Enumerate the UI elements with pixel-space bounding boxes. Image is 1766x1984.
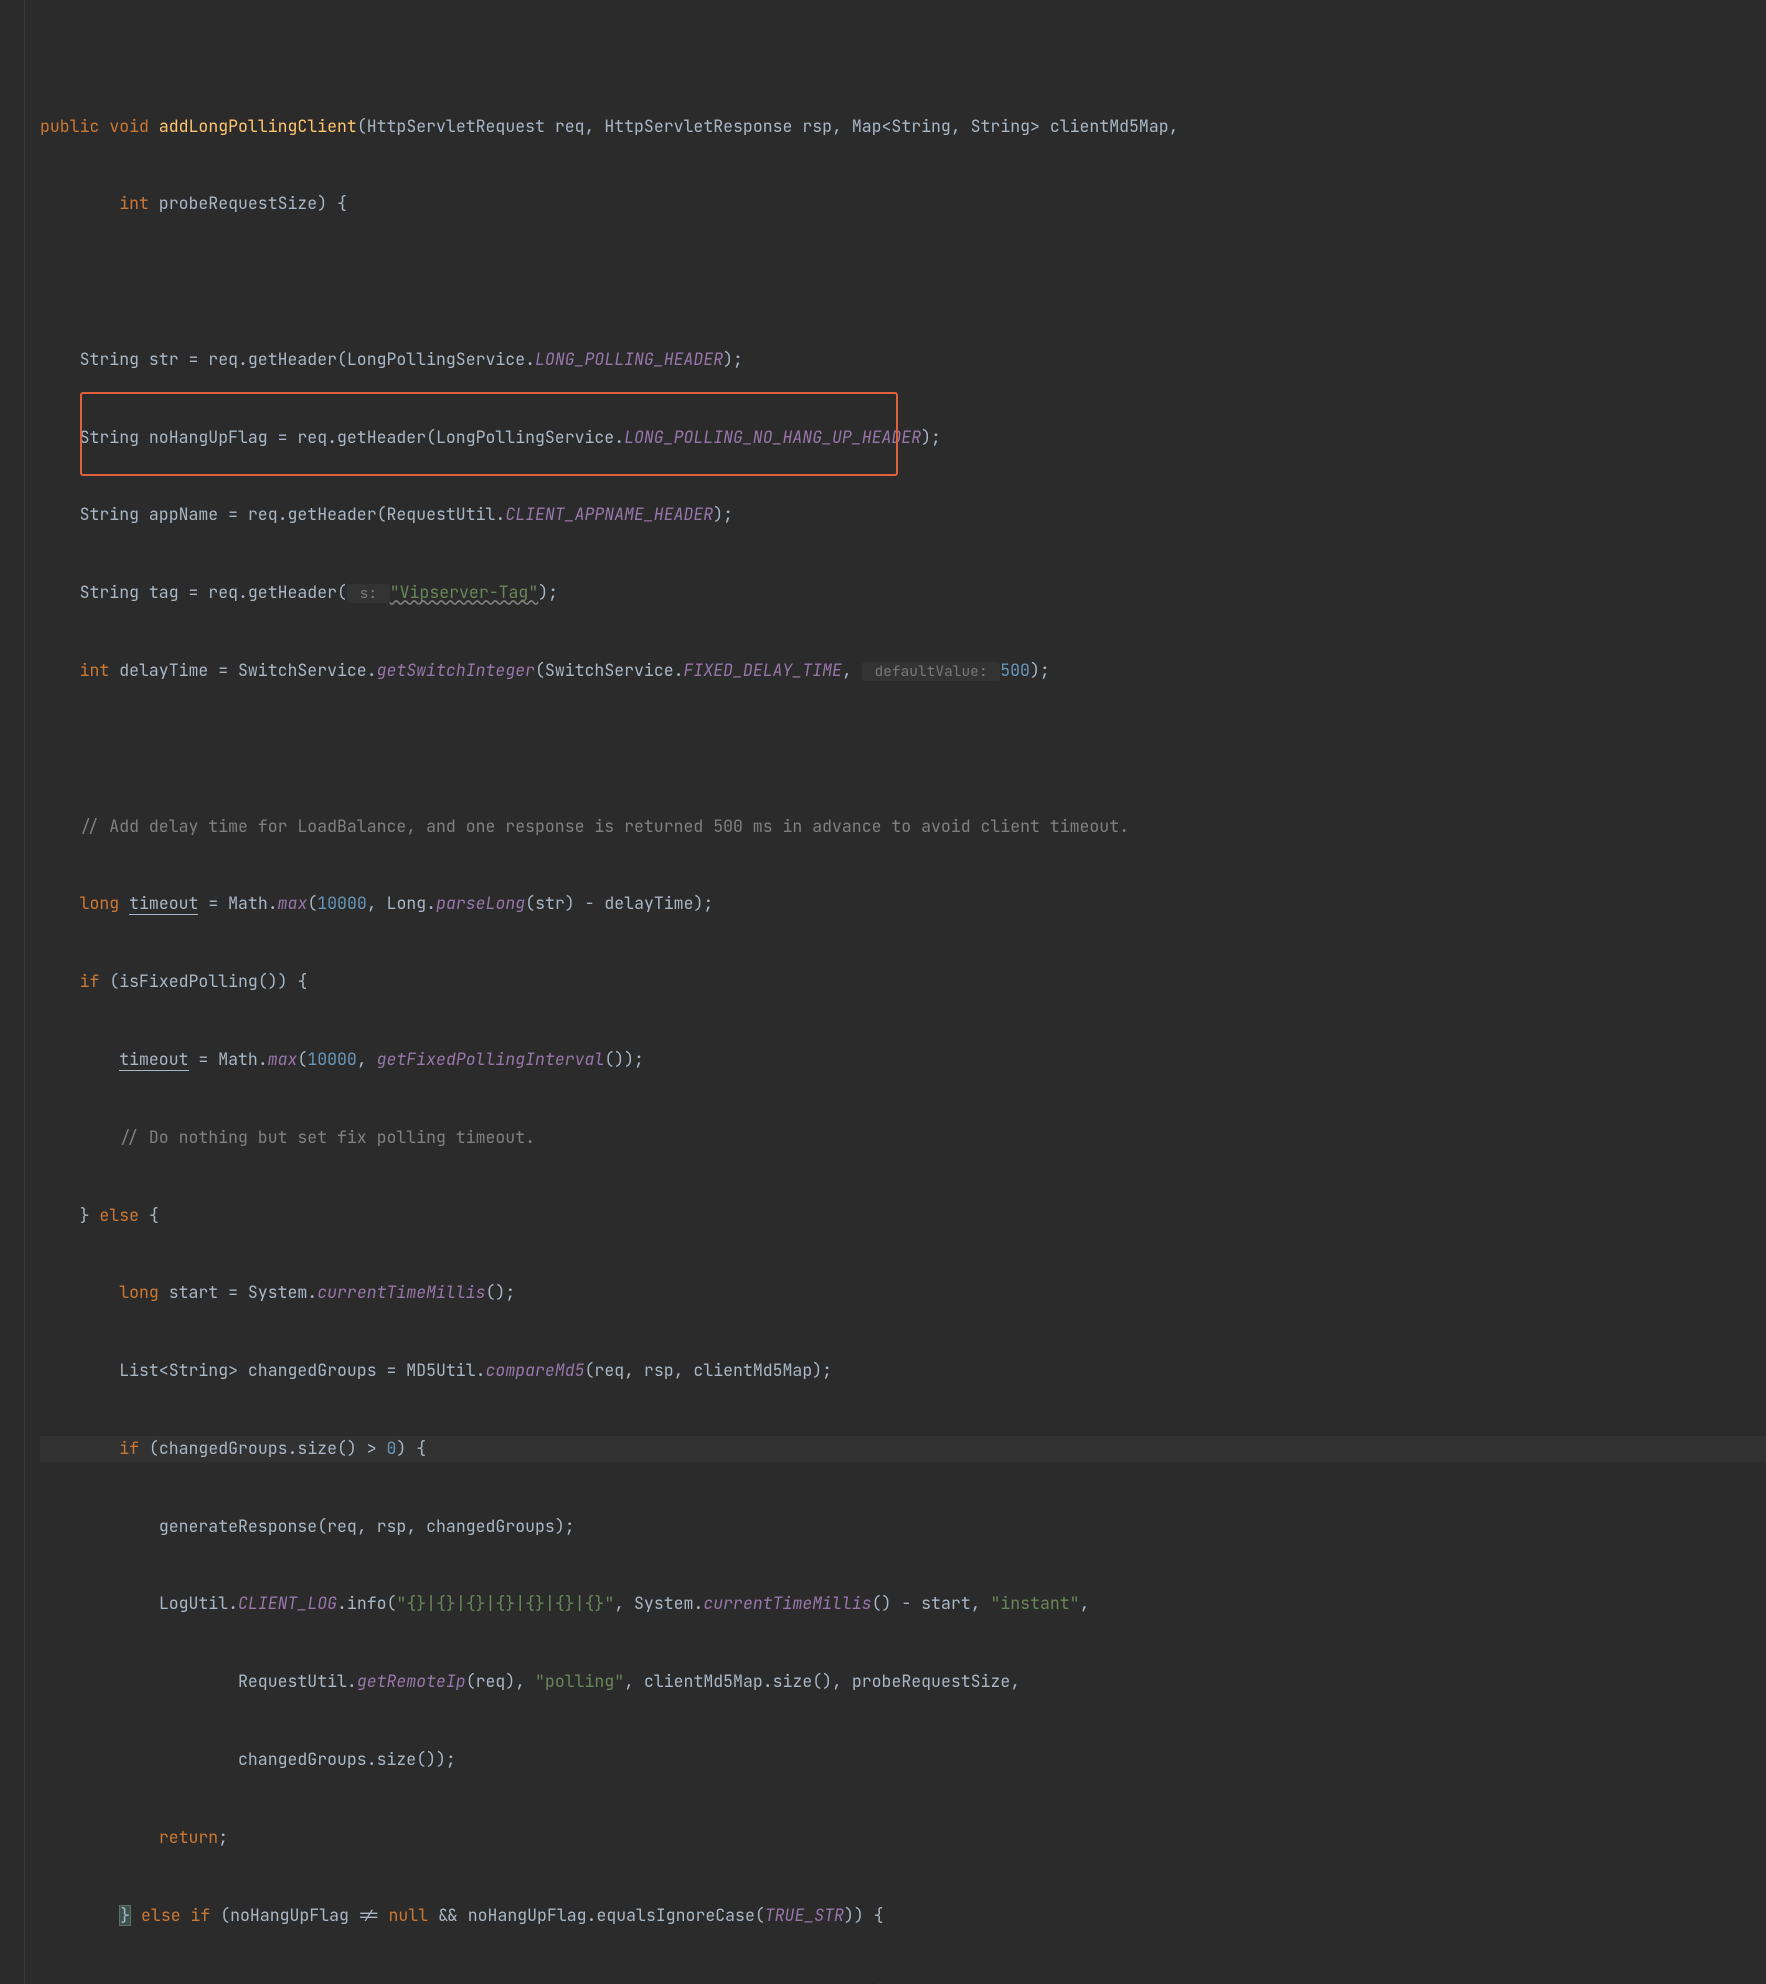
code-line[interactable]: generateResponse(req, rsp, changedGroups… bbox=[40, 1514, 1766, 1540]
code-line[interactable]: LogUtil.CLIENT_LOG.info("{}|{}|{}|{}|{}|… bbox=[40, 1591, 1766, 1617]
keyword-int: int bbox=[119, 192, 149, 214]
gutter bbox=[0, 0, 25, 1984]
code-line[interactable]: long start = System.currentTimeMillis(); bbox=[40, 1280, 1766, 1306]
comment: // Add delay time for LoadBalance, and o… bbox=[80, 815, 1129, 837]
code-line[interactable]: public void addLongPollingClient(HttpSer… bbox=[40, 114, 1766, 140]
code-line[interactable]: String tag = req.getHeader( s: "Vipserve… bbox=[40, 580, 1766, 606]
comment: // Do nothing but set fix polling timeou… bbox=[119, 1126, 535, 1148]
code-line[interactable]: List<String> changedGroups = MD5Util.com… bbox=[40, 1358, 1766, 1384]
static-field: LONG_POLLING_NO_HANG_UP_HEADER bbox=[624, 426, 921, 448]
number: 500 bbox=[1000, 659, 1030, 681]
code-line[interactable]: RequestUtil.getRemoteIp(req), "polling",… bbox=[40, 1669, 1766, 1695]
code-line[interactable]: String appName = req.getHeader(RequestUt… bbox=[40, 502, 1766, 528]
code-line[interactable]: // Add delay time for LoadBalance, and o… bbox=[40, 814, 1766, 840]
code-line-current[interactable]: if (changedGroups.size() > 0) { bbox=[40, 1436, 1766, 1462]
code-line[interactable]: String str = req.getHeader(LongPollingSe… bbox=[40, 347, 1766, 373]
var-timeout: timeout bbox=[129, 892, 198, 915]
code-line[interactable]: changedGroups.size()); bbox=[40, 1747, 1766, 1773]
code-line[interactable]: } else if (noHangUpFlag != null && noHan… bbox=[40, 1903, 1766, 1929]
code-line[interactable]: if (isFixedPolling()) { bbox=[40, 969, 1766, 995]
keyword-public: public bbox=[40, 115, 99, 137]
code-line[interactable]: } else { bbox=[40, 1203, 1766, 1229]
method-name: addLongPollingClient bbox=[159, 115, 357, 137]
code-line[interactable]: timeout = Math.max(10000, getFixedPollin… bbox=[40, 1047, 1766, 1073]
param-hint: s: bbox=[347, 584, 390, 603]
code-line[interactable]: return; bbox=[40, 1825, 1766, 1851]
code-line[interactable]: String noHangUpFlag = req.getHeader(Long… bbox=[40, 425, 1766, 451]
string-literal: "Vipserver-Tag" bbox=[390, 581, 539, 603]
code-line[interactable]: int delayTime = SwitchService.getSwitchI… bbox=[40, 658, 1766, 684]
keyword-void: void bbox=[109, 115, 149, 137]
code-line[interactable]: long timeout = Math.max(10000, Long.pars… bbox=[40, 891, 1766, 917]
brace-match: } bbox=[119, 1905, 131, 1927]
code-line[interactable]: int probeRequestSize) { bbox=[40, 191, 1766, 217]
blank-line[interactable] bbox=[40, 269, 1766, 295]
params: HttpServletRequest req, HttpServletRespo… bbox=[367, 115, 1179, 137]
static-field: CLIENT_APPNAME_HEADER bbox=[505, 503, 713, 525]
code-line[interactable]: // Do nothing but set fix polling timeou… bbox=[40, 1125, 1766, 1151]
param-hint: defaultValue: bbox=[862, 662, 1001, 681]
code-editor[interactable]: public void addLongPollingClient(HttpSer… bbox=[0, 0, 1766, 1984]
static-field: FIXED_DELAY_TIME bbox=[684, 659, 842, 681]
code-line[interactable]: LogUtil.CLIENT_LOG.info("{}|{}|{}|{}|{}|… bbox=[40, 1980, 1766, 1984]
static-call: getSwitchInteger bbox=[377, 659, 535, 681]
static-field: LONG_POLLING_HEADER bbox=[535, 348, 723, 370]
blank-line[interactable] bbox=[40, 736, 1766, 762]
